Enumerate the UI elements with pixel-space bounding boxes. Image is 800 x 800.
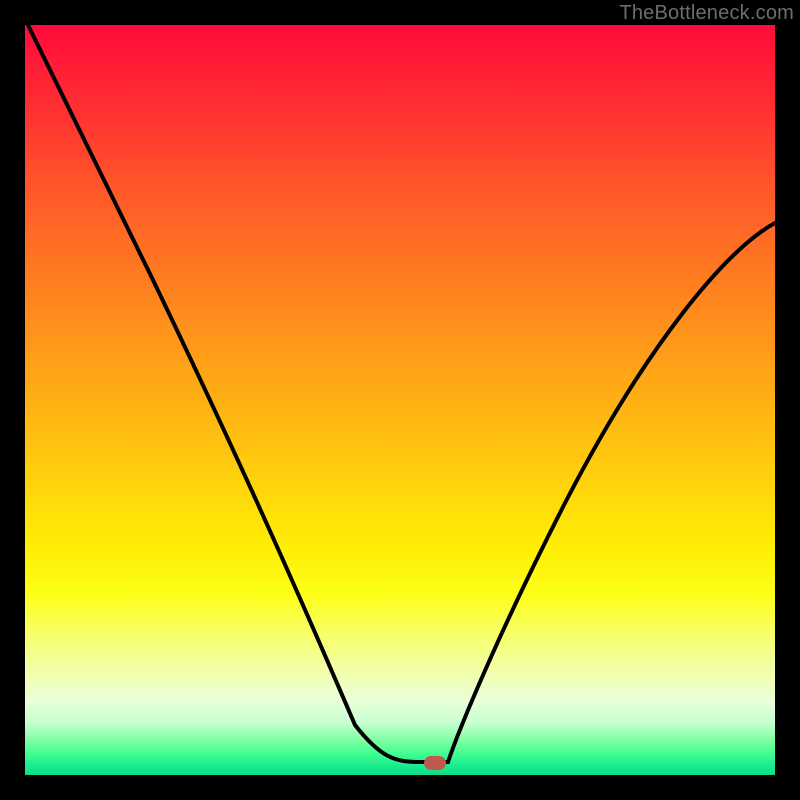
optimal-point-marker [424,756,446,770]
gradient-plot-area [25,25,775,775]
bottleneck-curve [25,25,775,775]
watermark-text: TheBottleneck.com [619,2,794,25]
curve-path [28,25,775,762]
chart-frame: TheBottleneck.com [0,0,800,800]
